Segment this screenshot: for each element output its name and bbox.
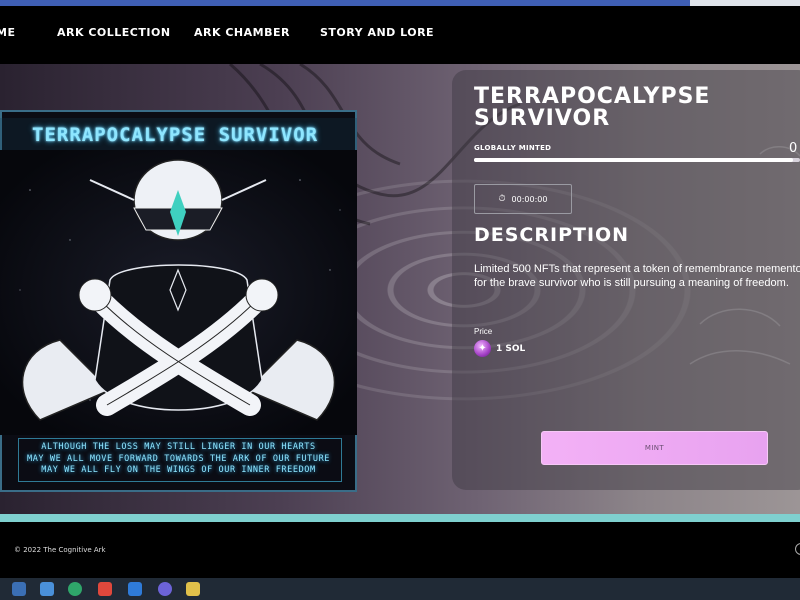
scroll-up-icon[interactable] [795, 543, 800, 555]
timer-value: 00:00:00 [511, 194, 548, 204]
survivor-illustration [0, 150, 357, 435]
store-icon[interactable] [40, 582, 54, 596]
description-text: Limited 500 NFTs that represent a token … [474, 263, 800, 289]
os-taskbar [0, 578, 800, 600]
caption-line-3: MAY WE ALL FLY ON THE WINGS OF OUR INNER… [41, 465, 316, 475]
description-heading: DESCRIPTION [474, 224, 630, 246]
stopwatch-icon: ⏱ [498, 194, 506, 204]
price-label: Price [474, 327, 493, 336]
artwork-title: TERRAPOCALYPSE SURVIVOR [32, 124, 319, 146]
price-row: ✦ 1 SOL [474, 340, 525, 357]
mint-button[interactable]: MINT [541, 431, 768, 465]
vscode-icon[interactable] [128, 582, 142, 596]
mint-progress-bar [474, 158, 800, 162]
nav-home[interactable]: ME [0, 26, 15, 39]
hero-bottom-divider [0, 514, 800, 522]
copyright-text: © 2022 The Cognitive Ark [14, 546, 106, 554]
minted-label: GLOBALLY MINTED [474, 144, 552, 152]
folder-icon[interactable] [186, 582, 200, 596]
caption-line-2: MAY WE ALL MOVE FORWARD TOWARDS THE ARK … [26, 453, 331, 464]
edge-browser-icon[interactable] [68, 582, 82, 596]
nav-ark-collection[interactable]: ARK COLLECTION [57, 26, 171, 39]
nft-title: TERRAPOCALYPSE SURVIVOR [474, 84, 711, 131]
solana-token-icon: ✦ [474, 340, 491, 357]
messenger-icon[interactable] [158, 582, 172, 596]
mint-progress-fill [474, 158, 794, 162]
minted-count: 0 [789, 141, 798, 156]
brave-browser-icon[interactable] [98, 582, 112, 596]
caption-line-1: ALTHOUGH THE LOSS MAY STILL LINGER IN OU… [41, 442, 316, 452]
footer [0, 522, 800, 578]
countdown-timer: ⏱ 00:00:00 [474, 184, 572, 214]
artwork-caption: ALTHOUGH THE LOSS MAY STILL LINGER IN OU… [0, 442, 357, 477]
nav-story-and-lore[interactable]: STORY AND LORE [320, 26, 434, 39]
file-explorer-icon[interactable] [12, 582, 26, 596]
navbar: ME ARK COLLECTION ARK CHAMBER STORY AND … [0, 6, 800, 64]
price-value: 1 SOL [496, 343, 526, 354]
nav-ark-chamber[interactable]: ARK CHAMBER [194, 26, 290, 39]
